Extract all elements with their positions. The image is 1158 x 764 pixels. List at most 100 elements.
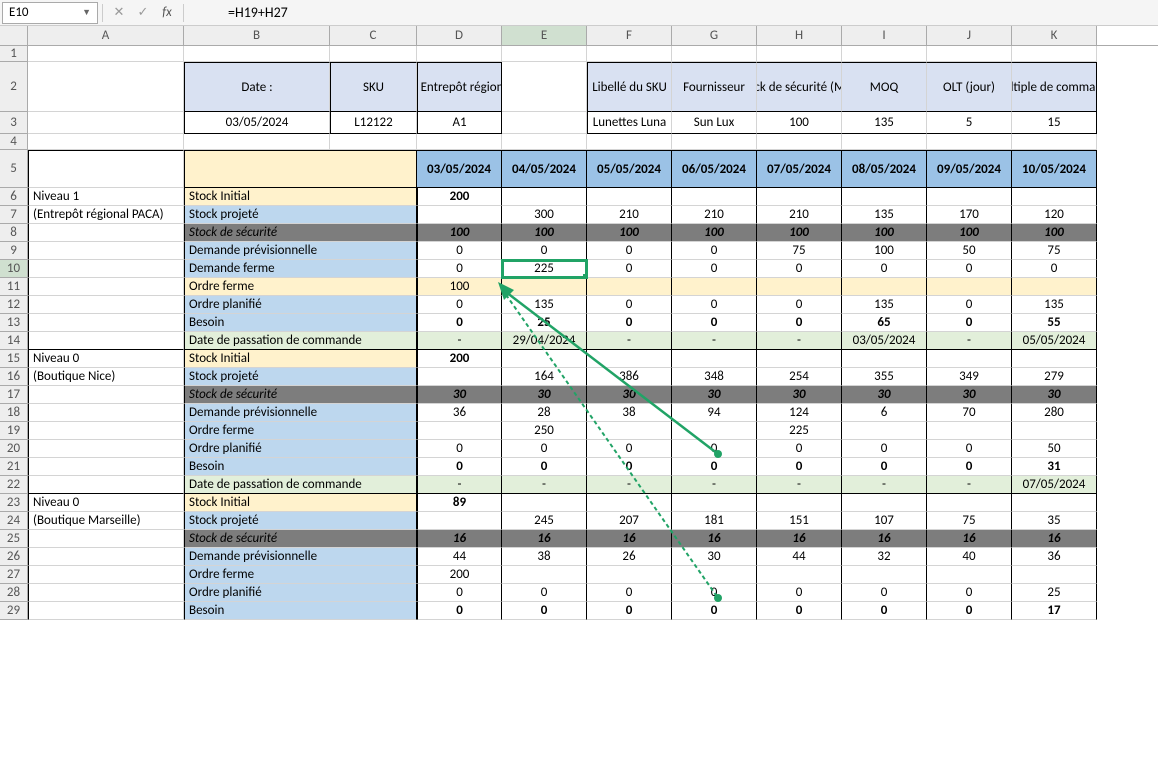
cell-15-9[interactable] xyxy=(927,350,1012,368)
cell-21-6[interactable]: 0 xyxy=(672,458,757,476)
cell[interactable] xyxy=(28,62,184,112)
rowlabel-a[interactable] xyxy=(28,548,184,566)
cell-29-7[interactable]: 0 xyxy=(757,602,842,620)
date-hdr[interactable]: 08/05/2024 xyxy=(842,150,927,188)
cell-8-9[interactable]: 100 xyxy=(927,224,1012,242)
cell-25-8[interactable]: 16 xyxy=(842,530,927,548)
hdr-date-v[interactable]: 03/05/2024 xyxy=(184,112,330,134)
cell-14-3[interactable]: - xyxy=(417,332,502,350)
cell-13-5[interactable]: 0 xyxy=(587,314,672,332)
fx-icon[interactable]: fx xyxy=(155,1,179,25)
row-header-26[interactable]: 26 xyxy=(0,548,28,566)
cell-27-7[interactable] xyxy=(757,566,842,584)
row-header-28[interactable]: 28 xyxy=(0,584,28,602)
cell-15-7[interactable] xyxy=(757,350,842,368)
col-header-B[interactable]: B xyxy=(184,26,330,45)
rowlabel-b[interactable]: Ordre ferme xyxy=(184,278,417,296)
cell[interactable] xyxy=(587,46,672,62)
row-header-17[interactable]: 17 xyxy=(0,386,28,404)
rowlabel-b[interactable]: Stock Initial xyxy=(184,350,417,368)
rowlabel-b[interactable]: Ordre planifié xyxy=(184,584,417,602)
hdr-wh-v[interactable]: A1 xyxy=(417,112,502,134)
col-header-E[interactable]: E xyxy=(502,26,587,45)
rowlabel-a[interactable] xyxy=(28,566,184,584)
rowlabel-b[interactable]: Stock Initial xyxy=(184,494,417,512)
row-header-3[interactable]: 3 xyxy=(0,112,28,134)
cell-20-5[interactable]: 0 xyxy=(587,440,672,458)
cell-15-5[interactable] xyxy=(587,350,672,368)
cell-22-4[interactable]: - xyxy=(502,476,587,494)
cell-18-10[interactable]: 280 xyxy=(1012,404,1097,422)
cell-18-7[interactable]: 124 xyxy=(757,404,842,422)
cell-27-8[interactable] xyxy=(842,566,927,584)
row-header-14[interactable]: 14 xyxy=(0,332,28,350)
cell-11-4[interactable] xyxy=(502,278,587,296)
rowlabel-a[interactable] xyxy=(28,314,184,332)
cell[interactable] xyxy=(672,134,757,150)
cell-29-10[interactable]: 17 xyxy=(1012,602,1097,620)
cell-12-6[interactable]: 0 xyxy=(672,296,757,314)
hdr-sku-v[interactable]: L12122 xyxy=(330,112,417,134)
cell-13-7[interactable]: 0 xyxy=(757,314,842,332)
cell[interactable] xyxy=(502,62,587,112)
hdr-h[interactable]: Stock de sécurité (MIN) xyxy=(757,62,842,112)
cell[interactable] xyxy=(757,46,842,62)
cell-24-6[interactable]: 181 xyxy=(672,512,757,530)
cell-11-10[interactable] xyxy=(1012,278,1097,296)
cell-10-4[interactable]: 225 xyxy=(502,260,587,278)
hdr-j[interactable]: OLT (jour) xyxy=(927,62,1012,112)
hdr-sku-label[interactable]: SKU xyxy=(330,62,417,112)
cell-12-10[interactable]: 135 xyxy=(1012,296,1097,314)
cell-28-8[interactable]: 0 xyxy=(842,584,927,602)
cell-7-7[interactable]: 210 xyxy=(757,206,842,224)
cell-23-3[interactable]: 89 xyxy=(417,494,502,512)
row-header-7[interactable]: 7 xyxy=(0,206,28,224)
row-header-4[interactable]: 4 xyxy=(0,134,28,150)
cell-15-3[interactable]: 200 xyxy=(417,350,502,368)
cell-16-5[interactable]: 386 xyxy=(587,368,672,386)
hdr-date-label[interactable]: Date : xyxy=(184,62,330,112)
rowlabel-a[interactable] xyxy=(28,602,184,620)
rowlabel-b[interactable]: Demande prévisionnelle xyxy=(184,548,417,566)
cell-26-9[interactable]: 40 xyxy=(927,548,1012,566)
hdr-jv[interactable]: 5 xyxy=(927,112,1012,134)
cell-9-8[interactable]: 100 xyxy=(842,242,927,260)
cell-13-10[interactable]: 55 xyxy=(1012,314,1097,332)
cell-9-3[interactable]: 0 xyxy=(417,242,502,260)
rowlabel-a[interactable] xyxy=(28,530,184,548)
cell-14-6[interactable]: - xyxy=(672,332,757,350)
hdr-iv[interactable]: 135 xyxy=(842,112,927,134)
cell-16-10[interactable]: 279 xyxy=(1012,368,1097,386)
cell-10-8[interactable]: 0 xyxy=(842,260,927,278)
cell[interactable] xyxy=(1012,46,1097,62)
cell-19-7[interactable]: 225 xyxy=(757,422,842,440)
cell-16-9[interactable]: 349 xyxy=(927,368,1012,386)
row-header-22[interactable]: 22 xyxy=(0,476,28,494)
cell-24-4[interactable]: 245 xyxy=(502,512,587,530)
cell-23-4[interactable] xyxy=(502,494,587,512)
rowlabel-b[interactable]: Ordre planifié xyxy=(184,296,417,314)
cell-29-6[interactable]: 0 xyxy=(672,602,757,620)
cell[interactable] xyxy=(417,134,502,150)
cell-14-8[interactable]: 03/05/2024 xyxy=(842,332,927,350)
rowlabel-a[interactable]: Niveau 1 xyxy=(28,188,184,206)
rowlabel-b[interactable]: Ordre planifié xyxy=(184,440,417,458)
col-header-J[interactable]: J xyxy=(927,26,1012,45)
date-hdr[interactable]: 06/05/2024 xyxy=(672,150,757,188)
cell-10-10[interactable]: 0 xyxy=(1012,260,1097,278)
cell-22-6[interactable]: - xyxy=(672,476,757,494)
cell[interactable] xyxy=(672,46,757,62)
rowlabel-a[interactable] xyxy=(28,476,184,494)
cell-18-4[interactable]: 28 xyxy=(502,404,587,422)
cell-21-3[interactable]: 0 xyxy=(417,458,502,476)
cell-24-9[interactable]: 75 xyxy=(927,512,1012,530)
cell[interactable] xyxy=(184,46,330,62)
cell-14-5[interactable]: - xyxy=(587,332,672,350)
row-header-13[interactable]: 13 xyxy=(0,314,28,332)
cell-26-7[interactable]: 44 xyxy=(757,548,842,566)
row-header-19[interactable]: 19 xyxy=(0,422,28,440)
hdr-i[interactable]: MOQ xyxy=(842,62,927,112)
cell-20-6[interactable]: 0 xyxy=(672,440,757,458)
cell-20-3[interactable]: 0 xyxy=(417,440,502,458)
rowlabel-a[interactable] xyxy=(28,332,184,350)
